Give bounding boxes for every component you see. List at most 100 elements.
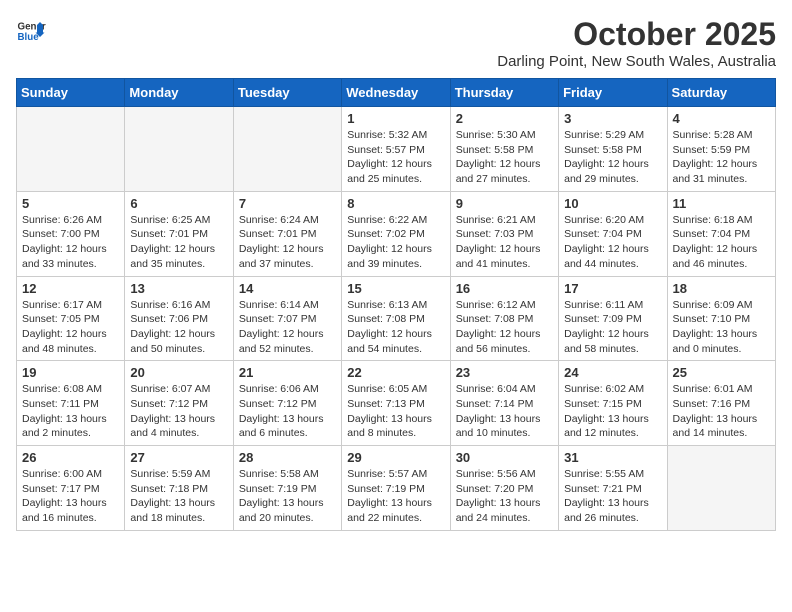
day-info: Sunrise: 6:00 AM Sunset: 7:17 PM Dayligh… [22,467,119,526]
week-row-1: 1 Sunrise: 5:32 AM Sunset: 5:57 PM Daylig… [17,107,776,192]
calendar-cell: 24Sunrise: 6:02 AM Sunset: 7:15 PM Dayli… [559,361,667,446]
day-info: Sunrise: 6:07 AM Sunset: 7:12 PM Dayligh… [130,382,227,441]
day-number: 21 [239,365,336,380]
day-info: Sunrise: 6:13 AM Sunset: 7:08 PM Dayligh… [347,298,444,357]
calendar-cell: 4 Sunrise: 5:28 AM Sunset: 5:59 PM Daylig… [667,107,775,192]
day-info: Sunrise: 5:32 AM Sunset: 5:57 PM Dayligh… [347,128,444,187]
day-info: Sunrise: 6:24 AM Sunset: 7:01 PM Dayligh… [239,213,336,272]
day-info: Sunrise: 5:56 AM Sunset: 7:20 PM Dayligh… [456,467,553,526]
day-number: 29 [347,450,444,465]
calendar-cell: 31Sunrise: 5:55 AM Sunset: 7:21 PM Dayli… [559,446,667,531]
day-info: Sunrise: 6:08 AM Sunset: 7:11 PM Dayligh… [22,382,119,441]
week-row-2: 5 Sunrise: 6:26 AM Sunset: 7:00 PM Daylig… [17,191,776,276]
calendar-cell: 8 Sunrise: 6:22 AM Sunset: 7:02 PM Daylig… [342,191,450,276]
calendar-cell: 17 Sunrise: 6:11 AM Sunset: 7:09 PM Dayli… [559,276,667,361]
day-number: 3 [564,111,661,126]
day-number: 28 [239,450,336,465]
calendar-cell: 14Sunrise: 6:14 AM Sunset: 7:07 PM Dayli… [233,276,341,361]
weekday-header-row: SundayMondayTuesdayWednesdayThursdayFrid… [17,79,776,107]
calendar-cell: 19 Sunrise: 6:08 AM Sunset: 7:11 PM Dayli… [17,361,125,446]
day-number: 20 [130,365,227,380]
day-number: 15 [347,281,444,296]
calendar-cell: 30 Sunrise: 5:56 AM Sunset: 7:20 PM Dayli… [450,446,558,531]
month-title: October 2025 [497,16,776,53]
calendar: SundayMondayTuesdayWednesdayThursdayFrid… [16,78,776,531]
calendar-cell: 27 Sunrise: 5:59 AM Sunset: 7:18 PM Dayli… [125,446,233,531]
day-info: Sunrise: 6:12 AM Sunset: 7:08 PM Dayligh… [456,298,553,357]
weekday-header-saturday: Saturday [667,79,775,107]
weekday-header-thursday: Thursday [450,79,558,107]
day-number: 30 [456,450,553,465]
location-title: Darling Point, New South Wales, Australi… [497,53,776,70]
calendar-cell: 29Sunrise: 5:57 AM Sunset: 7:19 PM Dayli… [342,446,450,531]
calendar-cell: 5 Sunrise: 6:26 AM Sunset: 7:00 PM Daylig… [17,191,125,276]
day-number: 18 [673,281,770,296]
calendar-cell: 16 Sunrise: 6:12 AM Sunset: 7:08 PM Dayli… [450,276,558,361]
week-row-4: 19 Sunrise: 6:08 AM Sunset: 7:11 PM Dayli… [17,361,776,446]
week-row-3: 12Sunrise: 6:17 AM Sunset: 7:05 PM Dayli… [17,276,776,361]
calendar-cell [125,107,233,192]
calendar-cell: 15 Sunrise: 6:13 AM Sunset: 7:08 PM Dayli… [342,276,450,361]
day-info: Sunrise: 6:11 AM Sunset: 7:09 PM Dayligh… [564,298,661,357]
day-info: Sunrise: 5:30 AM Sunset: 5:58 PM Dayligh… [456,128,553,187]
day-info: Sunrise: 6:05 AM Sunset: 7:13 PM Dayligh… [347,382,444,441]
day-info: Sunrise: 5:28 AM Sunset: 5:59 PM Dayligh… [673,128,770,187]
calendar-cell: 6Sunrise: 6:25 AM Sunset: 7:01 PM Daylig… [125,191,233,276]
calendar-cell: 3 Sunrise: 5:29 AM Sunset: 5:58 PM Daylig… [559,107,667,192]
day-number: 23 [456,365,553,380]
day-info: Sunrise: 6:20 AM Sunset: 7:04 PM Dayligh… [564,213,661,272]
day-info: Sunrise: 6:02 AM Sunset: 7:15 PM Dayligh… [564,382,661,441]
day-number: 11 [673,196,770,211]
day-number: 8 [347,196,444,211]
day-number: 14 [239,281,336,296]
day-info: Sunrise: 5:58 AM Sunset: 7:19 PM Dayligh… [239,467,336,526]
day-info: Sunrise: 6:01 AM Sunset: 7:16 PM Dayligh… [673,382,770,441]
calendar-cell: 2Sunrise: 5:30 AM Sunset: 5:58 PM Daylig… [450,107,558,192]
day-number: 25 [673,365,770,380]
calendar-cell: 11 Sunrise: 6:18 AM Sunset: 7:04 PM Dayli… [667,191,775,276]
title-section: October 2025 Darling Point, New South Wa… [497,16,776,70]
calendar-cell: 18 Sunrise: 6:09 AM Sunset: 7:10 PM Dayli… [667,276,775,361]
logo-icon: General Blue [16,16,46,46]
day-info: Sunrise: 6:22 AM Sunset: 7:02 PM Dayligh… [347,213,444,272]
calendar-cell: 21 Sunrise: 6:06 AM Sunset: 7:12 PM Dayli… [233,361,341,446]
day-number: 22 [347,365,444,380]
calendar-cell [17,107,125,192]
day-number: 10 [564,196,661,211]
calendar-cell: 28 Sunrise: 5:58 AM Sunset: 7:19 PM Dayli… [233,446,341,531]
weekday-header-friday: Friday [559,79,667,107]
day-number: 16 [456,281,553,296]
day-info: Sunrise: 6:21 AM Sunset: 7:03 PM Dayligh… [456,213,553,272]
svg-text:Blue: Blue [18,32,40,43]
day-number: 1 [347,111,444,126]
day-info: Sunrise: 5:55 AM Sunset: 7:21 PM Dayligh… [564,467,661,526]
day-info: Sunrise: 6:06 AM Sunset: 7:12 PM Dayligh… [239,382,336,441]
calendar-cell: 20 Sunrise: 6:07 AM Sunset: 7:12 PM Dayli… [125,361,233,446]
calendar-cell: 12Sunrise: 6:17 AM Sunset: 7:05 PM Dayli… [17,276,125,361]
day-number: 17 [564,281,661,296]
day-info: Sunrise: 5:59 AM Sunset: 7:18 PM Dayligh… [130,467,227,526]
calendar-cell: 22 Sunrise: 6:05 AM Sunset: 7:13 PM Dayli… [342,361,450,446]
calendar-cell: 10 Sunrise: 6:20 AM Sunset: 7:04 PM Dayli… [559,191,667,276]
day-number: 27 [130,450,227,465]
calendar-cell [667,446,775,531]
day-info: Sunrise: 5:29 AM Sunset: 5:58 PM Dayligh… [564,128,661,187]
calendar-cell: 9Sunrise: 6:21 AM Sunset: 7:03 PM Daylig… [450,191,558,276]
day-info: Sunrise: 6:16 AM Sunset: 7:06 PM Dayligh… [130,298,227,357]
day-info: Sunrise: 6:18 AM Sunset: 7:04 PM Dayligh… [673,213,770,272]
weekday-header-sunday: Sunday [17,79,125,107]
weekday-header-wednesday: Wednesday [342,79,450,107]
day-number: 4 [673,111,770,126]
page-header: General Blue October 2025 Darling Point,… [16,16,776,70]
day-number: 13 [130,281,227,296]
day-info: Sunrise: 6:26 AM Sunset: 7:00 PM Dayligh… [22,213,119,272]
day-number: 5 [22,196,119,211]
calendar-cell: 25 Sunrise: 6:01 AM Sunset: 7:16 PM Dayli… [667,361,775,446]
calendar-cell: 1 Sunrise: 5:32 AM Sunset: 5:57 PM Daylig… [342,107,450,192]
day-number: 26 [22,450,119,465]
logo: General Blue [16,16,46,46]
week-row-5: 26 Sunrise: 6:00 AM Sunset: 7:17 PM Dayli… [17,446,776,531]
day-info: Sunrise: 6:09 AM Sunset: 7:10 PM Dayligh… [673,298,770,357]
calendar-cell: 26 Sunrise: 6:00 AM Sunset: 7:17 PM Dayli… [17,446,125,531]
day-number: 19 [22,365,119,380]
